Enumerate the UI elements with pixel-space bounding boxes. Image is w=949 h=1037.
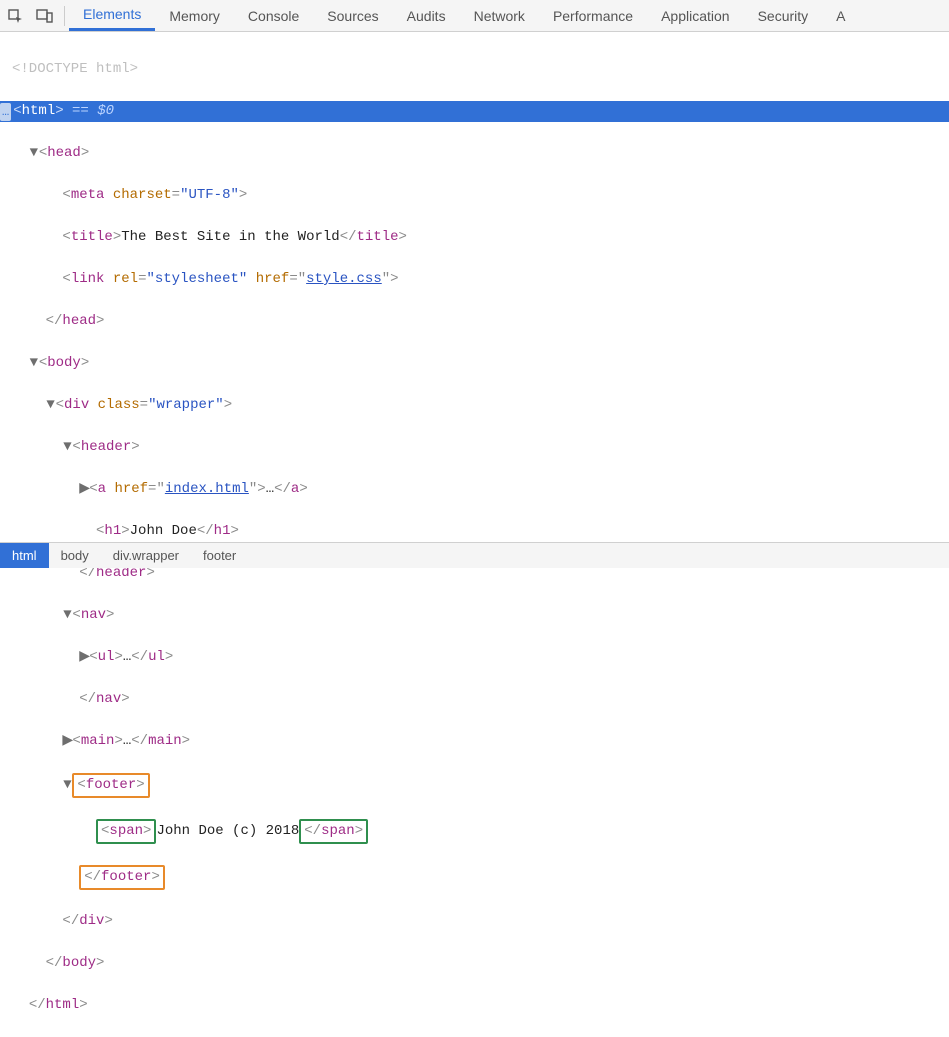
node-div-close[interactable]: </div>	[0, 911, 949, 932]
tab-memory[interactable]: Memory	[155, 0, 234, 31]
tab-security[interactable]: Security	[744, 0, 823, 31]
node-body-close[interactable]: </body>	[0, 953, 949, 974]
dom-breadcrumb: html body div.wrapper footer	[0, 542, 949, 568]
tab-console[interactable]: Console	[234, 0, 313, 31]
node-body[interactable]: ▼<body>	[0, 353, 949, 374]
selected-node-html[interactable]: …<html> == $0	[0, 101, 949, 122]
collapse-arrow-icon[interactable]: ▶	[79, 647, 89, 668]
tab-audits[interactable]: Audits	[393, 0, 460, 31]
node-meta[interactable]: <meta charset="UTF-8">	[0, 185, 949, 206]
node-span[interactable]: <span>John Doe (c) 2018</span>	[0, 819, 949, 844]
node-header[interactable]: ▼<header>	[0, 437, 949, 458]
crumb-footer[interactable]: footer	[191, 543, 248, 568]
dom-tree[interactable]: <!DOCTYPE html> …<html> == $0 ▼<head> <m…	[0, 32, 949, 1037]
selected-indicator: == $0	[64, 101, 114, 122]
tab-sources[interactable]: Sources	[313, 0, 392, 31]
inspect-icon[interactable]	[0, 1, 30, 31]
node-main[interactable]: ▶<main>…</main>	[0, 731, 949, 752]
expand-arrow-icon[interactable]: ▼	[62, 605, 72, 626]
doctype-line: <!DOCTYPE html>	[12, 61, 138, 77]
index-link[interactable]: index.html	[165, 481, 249, 497]
stylesheet-link[interactable]: style.css	[306, 271, 382, 287]
node-link[interactable]: <link rel="stylesheet" href="style.css">	[0, 269, 949, 290]
node-title[interactable]: <title>The Best Site in the World</title…	[0, 227, 949, 248]
node-h1[interactable]: <h1>John Doe</h1>	[0, 521, 949, 542]
crumb-body[interactable]: body	[49, 543, 101, 568]
tab-network[interactable]: Network	[460, 0, 539, 31]
tab-application[interactable]: Application	[647, 0, 744, 31]
node-div-wrapper[interactable]: ▼<div class="wrapper">	[0, 395, 949, 416]
highlight-span-open: <span>	[96, 819, 156, 844]
node-head-close[interactable]: </head>	[0, 311, 949, 332]
expand-arrow-icon[interactable]: ▼	[62, 437, 72, 458]
node-ul[interactable]: ▶<ul>…</ul>	[0, 647, 949, 668]
highlight-span-close: </span>	[299, 819, 368, 844]
node-nav-close[interactable]: </nav>	[0, 689, 949, 710]
node-footer-open[interactable]: ▼<footer>	[0, 773, 949, 798]
expand-arrow-icon[interactable]: ▼	[46, 395, 56, 416]
device-toggle-icon[interactable]	[30, 1, 60, 31]
devtools-toolbar: Elements Memory Console Sources Audits N…	[0, 0, 949, 32]
collapse-arrow-icon[interactable]: ▶	[79, 479, 89, 500]
node-a[interactable]: ▶<a href="index.html">…</a>	[0, 479, 949, 500]
tab-overflow[interactable]: A	[822, 0, 859, 31]
tag-html: html	[22, 101, 56, 122]
highlight-footer-open: <footer>	[72, 773, 149, 798]
expand-arrow-icon[interactable]: ▼	[29, 143, 39, 164]
highlight-footer-close: </footer>	[79, 865, 165, 890]
node-head[interactable]: ▼<head>	[0, 143, 949, 164]
tab-performance[interactable]: Performance	[539, 0, 647, 31]
node-html-close[interactable]: </html>	[0, 995, 949, 1016]
devtools-tabs: Elements Memory Console Sources Audits N…	[69, 0, 860, 31]
expand-arrow-icon[interactable]: ▼	[29, 353, 39, 374]
node-nav[interactable]: ▼<nav>	[0, 605, 949, 626]
crumb-div-wrapper[interactable]: div.wrapper	[101, 543, 191, 568]
node-footer-close[interactable]: </footer>	[0, 865, 949, 890]
toolbar-separator	[64, 6, 65, 26]
tab-elements[interactable]: Elements	[69, 0, 155, 31]
collapse-arrow-icon[interactable]: ▶	[62, 731, 72, 752]
ellipsis-icon: …	[0, 103, 11, 121]
expand-arrow-icon[interactable]: ▼	[62, 775, 72, 796]
crumb-html[interactable]: html	[0, 543, 49, 568]
